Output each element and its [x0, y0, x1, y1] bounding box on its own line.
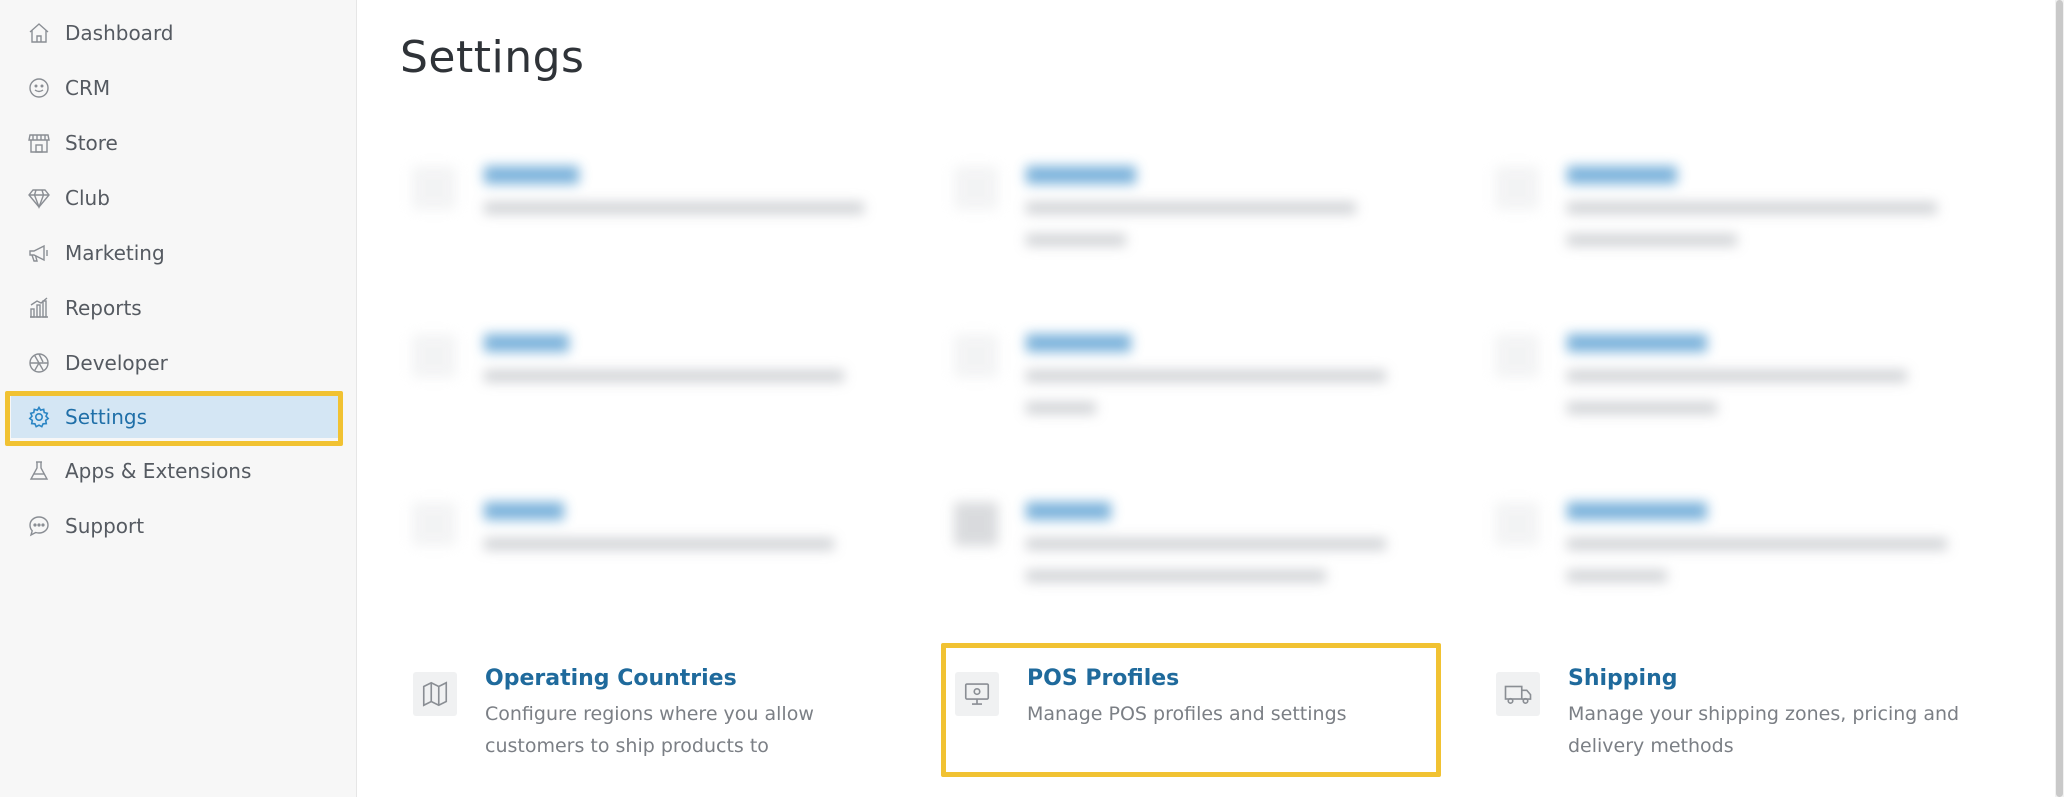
monitor-icon	[955, 672, 999, 716]
bar-chart-icon	[26, 295, 52, 321]
placeholder-icon	[1495, 166, 1539, 210]
sidebar-item-label: Apps & Extensions	[65, 458, 252, 483]
blurred-text-line	[1026, 538, 1386, 550]
scrollbar-thumb[interactable]	[2056, 0, 2063, 797]
placeholder-icon	[412, 166, 456, 210]
placeholder-icon	[412, 502, 456, 546]
blurred-text-line	[1567, 370, 1907, 382]
sidebar-item-label: Club	[65, 185, 110, 210]
blurred-text-line	[1026, 402, 1096, 414]
blurred-card	[954, 502, 1424, 622]
sidebar-item-crm[interactable]: CRM	[0, 60, 357, 115]
blurred-text-line	[1567, 570, 1667, 582]
vertical-scrollbar[interactable]	[2055, 0, 2064, 797]
megaphone-icon	[26, 240, 52, 266]
blurred-text-line	[1026, 570, 1326, 582]
card-operating-countries[interactable]: Operating Countries Configure regions wh…	[413, 666, 883, 792]
blurred-card	[412, 334, 882, 454]
blurred-title-bar	[484, 334, 569, 352]
card-shipping[interactable]: Shipping Manage your shipping zones, pri…	[1496, 666, 1966, 792]
sidebar-item-reports[interactable]: Reports	[0, 280, 357, 335]
sidebar-item-marketing[interactable]: Marketing	[0, 225, 357, 280]
sidebar-item-label: Store	[65, 130, 118, 155]
blurred-text-line	[484, 370, 844, 382]
blurred-text-line	[484, 202, 864, 214]
card-pos-profiles[interactable]: POS Profiles Manage POS profiles and set…	[955, 666, 1425, 792]
sidebar-item-club[interactable]: Club	[0, 170, 357, 225]
blurred-text-line	[1567, 202, 1937, 214]
sidebar-item-developer[interactable]: Developer	[0, 335, 357, 390]
blurred-card	[1495, 502, 1965, 622]
chat-bubble-icon	[26, 513, 52, 539]
card-description: Configure regions where you allow custom…	[485, 703, 814, 757]
placeholder-icon	[412, 334, 456, 378]
placeholder-icon	[1495, 334, 1539, 378]
blurred-text-line	[1567, 234, 1737, 246]
gear-icon	[26, 404, 52, 430]
aperture-icon	[26, 350, 52, 376]
sidebar-item-settings[interactable]: Settings	[0, 389, 357, 444]
placeholder-icon	[954, 166, 998, 210]
sidebar-item-label: Support	[65, 513, 145, 538]
blurred-text-line	[1567, 402, 1717, 414]
diamond-icon	[26, 185, 52, 211]
card-description: Manage POS profiles and settings	[1027, 703, 1347, 725]
sidebar-item-label: Marketing	[65, 240, 165, 265]
sidebar-item-support[interactable]: Support	[0, 498, 357, 553]
smiley-icon	[26, 75, 52, 101]
blurred-title-bar	[1026, 166, 1136, 184]
sidebar-item-label: Dashboard	[65, 20, 174, 45]
page-title: Settings	[400, 32, 585, 83]
flask-icon	[26, 458, 52, 484]
card-title[interactable]: Shipping	[1568, 666, 1678, 691]
sidebar-item-label: CRM	[65, 75, 111, 100]
blurred-card	[412, 166, 882, 286]
blurred-text-line	[1026, 370, 1386, 382]
sidebar-item-label: Reports	[65, 295, 142, 320]
truck-icon	[1496, 672, 1540, 716]
blurred-card	[954, 334, 1424, 454]
sidebar: Dashboard CRM Store Club Marketing Repor…	[0, 0, 357, 797]
blurred-text-line	[1026, 202, 1356, 214]
sidebar-item-apps-extensions[interactable]: Apps & Extensions	[0, 443, 357, 498]
home-icon	[26, 20, 52, 46]
blurred-card	[954, 166, 1424, 286]
blurred-card	[1495, 334, 1965, 454]
sidebar-item-store[interactable]: Store	[0, 115, 357, 170]
card-description: Manage your shipping zones, pricing and …	[1568, 703, 1960, 757]
blurred-settings-grid	[380, 140, 1980, 600]
blurred-title-bar	[484, 166, 579, 184]
blurred-title-bar	[1026, 334, 1131, 352]
storefront-icon	[26, 130, 52, 156]
blurred-card	[412, 502, 882, 622]
blurred-title-bar	[1567, 334, 1707, 352]
blurred-title-bar	[1567, 166, 1677, 184]
sidebar-item-label: Settings	[65, 404, 148, 429]
map-icon	[413, 672, 457, 716]
placeholder-icon	[1495, 502, 1539, 546]
blurred-card	[1495, 166, 1965, 286]
card-title[interactable]: Operating Countries	[485, 666, 737, 691]
placeholder-icon	[954, 502, 998, 546]
blurred-title-bar	[1567, 502, 1707, 520]
sidebar-item-dashboard[interactable]: Dashboard	[0, 5, 357, 60]
blurred-title-bar	[1026, 502, 1111, 520]
blurred-text-line	[484, 538, 834, 550]
card-title[interactable]: POS Profiles	[1027, 666, 1179, 691]
blurred-title-bar	[484, 502, 564, 520]
placeholder-icon	[954, 334, 998, 378]
sidebar-item-label: Developer	[65, 350, 168, 375]
blurred-text-line	[1026, 234, 1126, 246]
blurred-text-line	[1567, 538, 1947, 550]
